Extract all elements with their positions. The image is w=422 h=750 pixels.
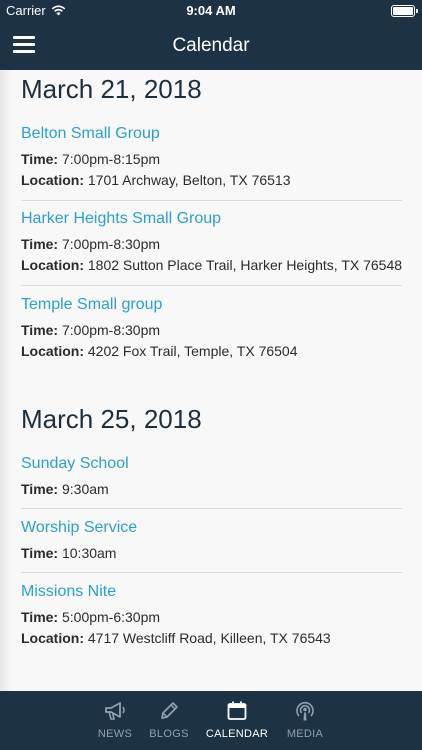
divider: [21, 572, 402, 573]
event-title[interactable]: Missions Nite: [21, 583, 402, 601]
top-bar: Carrier 9:04 AM Calendar: [0, 0, 422, 70]
event-title[interactable]: Harker Heights Small Group: [21, 210, 402, 228]
event-item[interactable]: Worship Service Time: 10:30am: [21, 519, 402, 564]
calendar-icon: [227, 701, 247, 720]
pencil-icon: [161, 702, 178, 719]
divider: [21, 508, 402, 509]
event-time: Time: 7:00pm-8:30pm: [21, 322, 161, 338]
event-title[interactable]: Sunday School: [21, 455, 402, 473]
event-item[interactable]: Harker Heights Small Group Time: 7:00pm-…: [21, 210, 402, 276]
event-item[interactable]: Sunday School Time: 9:30am: [21, 455, 402, 500]
event-time: Time: 7:00pm-8:30pm: [21, 236, 161, 252]
date-heading: March 25, 2018: [21, 404, 202, 434]
navigation-bar: Calendar: [0, 22, 422, 70]
status-time: 9:04 AM: [186, 3, 236, 18]
event-location: Location: 1701 Archway, Belton, TX 76513: [21, 172, 291, 188]
divider: [21, 200, 402, 201]
event-location: Location: 4202 Fox Trail, Temple, TX 765…: [21, 343, 298, 359]
tab-bar: NEWS BLOGS CALENDAR MEDIA: [0, 691, 422, 750]
event-location: Location: 1802 Sutton Place Trail, Harke…: [21, 257, 403, 273]
tab-blogs[interactable]: BLOGS: [134, 691, 204, 750]
podcast-icon: [296, 701, 314, 721]
tab-media[interactable]: MEDIA: [270, 691, 340, 750]
calendar-list[interactable]: March 21, 2018 Belton Small Group Time: …: [0, 70, 422, 691]
tab-calendar-label: CALENDAR: [205, 728, 269, 740]
event-title[interactable]: Worship Service: [21, 519, 402, 537]
event-item[interactable]: Missions Nite Time: 5:00pm-6:30pm Locati…: [21, 583, 402, 649]
event-time: Time: 5:00pm-6:30pm: [21, 609, 161, 625]
event-title[interactable]: Temple Small group: [21, 296, 402, 314]
tab-calendar[interactable]: CALENDAR: [202, 691, 272, 750]
page-title: Calendar: [172, 35, 250, 56]
date-heading: March 21, 2018: [21, 74, 202, 104]
megaphone-icon: [105, 702, 125, 720]
event-item[interactable]: Temple Small group Time: 7:00pm-8:30pm L…: [21, 296, 402, 362]
tab-blogs-label: BLOGS: [149, 728, 189, 740]
event-title[interactable]: Belton Small Group: [21, 125, 402, 143]
battery-icon: [391, 5, 418, 17]
status-bar: Carrier 9:04 AM: [0, 0, 422, 22]
event-item[interactable]: Belton Small Group Time: 7:00pm-8:15pm L…: [21, 125, 402, 191]
event-time: Time: 7:00pm-8:15pm: [21, 151, 161, 167]
divider: [21, 285, 402, 286]
event-time: Time: 10:30am: [21, 545, 117, 561]
tab-media-label: MEDIA: [286, 728, 324, 740]
event-time: Time: 9:30am: [21, 481, 109, 497]
event-location: Location: 4717 Westcliff Road, Killeen, …: [21, 630, 331, 646]
